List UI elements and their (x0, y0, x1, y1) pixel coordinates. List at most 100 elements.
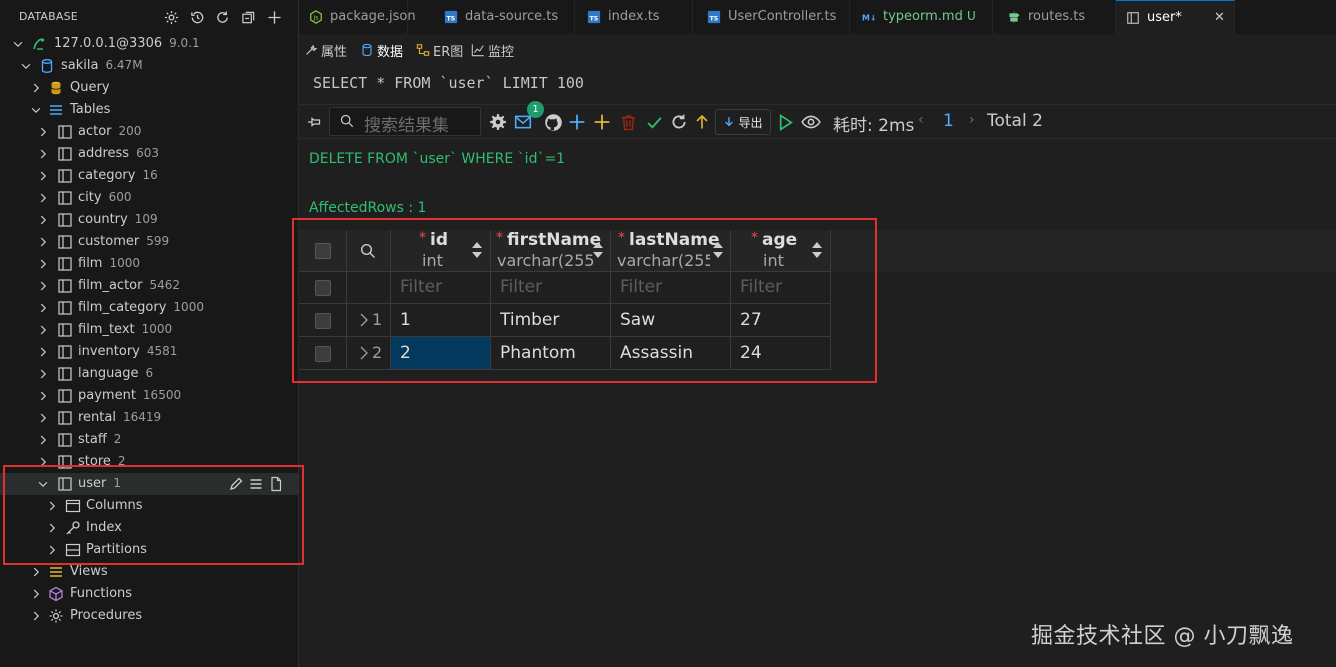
export-button[interactable]: 导出 (715, 109, 771, 135)
table-icon (58, 367, 72, 381)
prev-page-button[interactable]: ‹ (918, 112, 924, 128)
table-item-payment[interactable]: payment 16500 (0, 385, 298, 407)
svg-text:js: js (313, 15, 319, 22)
table-name: staff (78, 432, 107, 447)
tree-query[interactable]: Query (0, 77, 298, 99)
next-page-button[interactable]: › (969, 112, 975, 128)
table-item-city[interactable]: city 600 (0, 187, 298, 209)
nodejs-icon: js (310, 10, 322, 24)
delete-statement-message: DELETE FROM `user` WHERE `id`=1 (309, 151, 566, 167)
table-item-film-text[interactable]: film_text 1000 (0, 319, 298, 341)
markdown-icon: M↓ (862, 14, 876, 23)
svg-text:M↓: M↓ (862, 14, 876, 23)
tab-label: user* (1147, 10, 1182, 25)
subtab-er[interactable]: ER图 (416, 39, 463, 61)
table-name: country (78, 212, 128, 227)
tab-typeorm-md[interactable]: M↓ typeorm.md U (852, 0, 993, 34)
table-item-customer[interactable]: customer 599 (0, 231, 298, 253)
total-count: Total 2 (987, 111, 1043, 131)
tab-label: UserController.ts (728, 9, 837, 24)
table-name: film_actor (78, 278, 143, 293)
check-icon[interactable] (644, 112, 664, 132)
table-row-count: 1000 (141, 322, 173, 336)
table-item-country[interactable]: country 109 (0, 209, 298, 231)
sql-editor[interactable]: SELECT * FROM `user` LIMIT 100 (299, 64, 1336, 105)
delete-icon[interactable] (618, 112, 638, 132)
github-icon[interactable] (543, 112, 563, 132)
subtab-data-label: 数据 (377, 44, 404, 60)
search-icon (340, 114, 354, 128)
query-label: Query (70, 80, 110, 95)
table-item-film[interactable]: film 1000 (0, 253, 298, 275)
table-row-count: 16500 (142, 388, 182, 402)
table-item-address[interactable]: address 603 (0, 143, 298, 165)
table-item-rental[interactable]: rental 16419 (0, 407, 298, 429)
settings-icon[interactable] (488, 112, 508, 132)
tree-tables[interactable]: Tables (0, 99, 298, 121)
table-name: film_category (78, 300, 167, 315)
table-item-staff[interactable]: staff 2 (0, 429, 298, 451)
tab-usercontroller-ts[interactable]: TS UserController.ts (697, 0, 850, 34)
arrow-up-icon[interactable] (692, 112, 712, 132)
tree-database[interactable]: sakila 6.47M (0, 55, 298, 77)
table-row-count: 4581 (146, 344, 178, 358)
highlight-box-grid (292, 218, 877, 383)
chevron-right-icon (40, 391, 47, 401)
table-item-actor[interactable]: actor 200 (0, 121, 298, 143)
tab-label: package.json (330, 9, 416, 24)
tree-connection[interactable]: 127.0.0.1@3306 9.0.1 (0, 33, 298, 55)
svg-text:TS: TS (590, 16, 599, 23)
eye-icon[interactable] (801, 112, 821, 132)
pin-icon[interactable] (304, 112, 324, 132)
search-placeholder: 搜索结果集 (364, 116, 449, 136)
tab-data-source-ts[interactable]: TS data-source.ts (434, 0, 575, 34)
table-name: language (78, 366, 139, 381)
table-row-count: 600 (108, 190, 132, 204)
chevron-right-icon (40, 347, 47, 357)
add-icon[interactable] (592, 112, 612, 132)
table-row-count: 1000 (109, 256, 141, 270)
refresh-icon[interactable] (212, 7, 232, 27)
export-label: 导出 (738, 115, 763, 130)
chevron-right-icon (40, 325, 47, 335)
chevron-right-icon (40, 259, 47, 269)
table-name: film (78, 256, 103, 271)
table-row-count: 16419 (122, 410, 162, 424)
table-item-film-actor[interactable]: film_actor 5462 (0, 275, 298, 297)
add-row-icon[interactable] (567, 112, 587, 132)
add-connection-icon[interactable] (264, 7, 284, 27)
watermark: 掘金技术社区 @ 小刀飘逸 (1031, 624, 1294, 649)
table-item-category[interactable]: category 16 (0, 165, 298, 187)
tree-functions[interactable]: Functions (0, 583, 298, 605)
settings-icon[interactable] (161, 7, 181, 27)
refresh-icon[interactable] (669, 112, 689, 132)
close-icon[interactable]: ✕ (1214, 10, 1225, 25)
page-number[interactable]: 1 (943, 111, 954, 131)
table-item-language[interactable]: language 6 (0, 363, 298, 385)
tab-package-json[interactable]: js package.json (299, 0, 416, 34)
table-row-count: 16 (142, 168, 158, 182)
subtab-props[interactable]: 属性 (304, 39, 347, 61)
table-row-count: 5462 (149, 278, 181, 292)
collapse-all-icon[interactable] (238, 7, 258, 27)
table-row-count: 2 (113, 432, 122, 446)
chevron-down-icon (13, 41, 23, 48)
svg-text:TS: TS (447, 16, 456, 23)
tab-user[interactable]: user* ✕ (1116, 0, 1235, 34)
subtab-monitor[interactable]: 监控 (471, 39, 514, 61)
history-icon[interactable] (187, 7, 207, 27)
table-item-inventory[interactable]: inventory 4581 (0, 341, 298, 363)
table-name: actor (78, 124, 112, 139)
chevron-right-icon (33, 611, 40, 621)
search-input[interactable]: 搜索结果集 (329, 107, 481, 136)
table-row-count: 599 (146, 234, 170, 248)
tab-routes-ts[interactable]: routes.ts (997, 0, 1116, 34)
table-item-film-category[interactable]: film_category 1000 (0, 297, 298, 319)
play-icon[interactable] (775, 112, 795, 132)
routes-icon (1009, 10, 1020, 24)
subtab-data[interactable]: 数据 (360, 39, 403, 61)
tree-procedures[interactable]: Procedures (0, 605, 298, 627)
tab-index-ts[interactable]: TS index.ts (577, 0, 693, 34)
connection-version: 9.0.1 (169, 36, 200, 50)
table-icon (58, 147, 72, 161)
